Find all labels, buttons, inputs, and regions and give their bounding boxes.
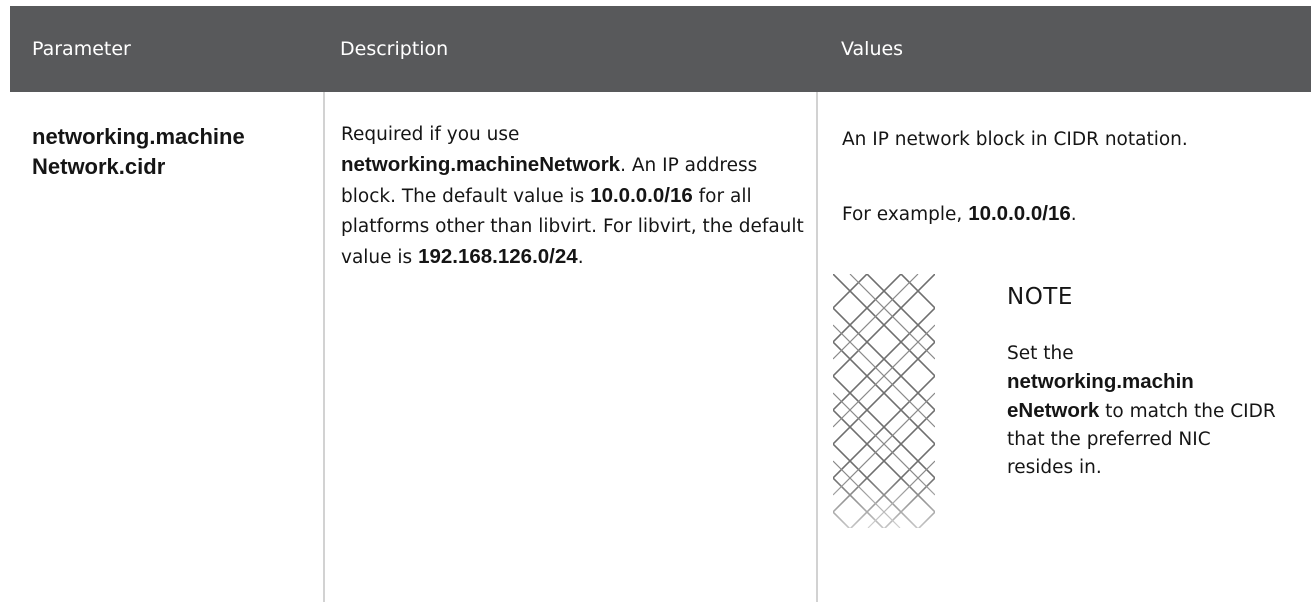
header-description: Description bbox=[340, 38, 449, 60]
note-pattern-icon bbox=[833, 274, 935, 528]
parameter-name: networking.machine Network.cidr bbox=[32, 122, 312, 182]
parameter-cell: networking.machine Network.cidr bbox=[32, 92, 312, 602]
values-cell: An IP network block in CIDR notation. Fo… bbox=[818, 92, 1311, 602]
description-fragment: Required if you use bbox=[341, 124, 520, 145]
code-term: 10.0.0.0/16 bbox=[968, 202, 1071, 225]
parameter-table: Parameter Description Values networking.… bbox=[10, 6, 1311, 602]
description-fragment: . bbox=[577, 247, 584, 268]
table-header: Parameter Description Values bbox=[10, 6, 1311, 92]
values-line: An IP network block in CIDR notation. bbox=[842, 129, 1188, 150]
column-divider bbox=[323, 92, 325, 602]
code-term: networking.machin bbox=[1007, 370, 1194, 393]
parameter-name-part: Network.cidr bbox=[32, 154, 166, 179]
note-fragment: Set the bbox=[1007, 343, 1074, 364]
description-text: Required if you use networking.machineNet… bbox=[341, 120, 809, 273]
description-cell: Required if you use networking.machineNet… bbox=[341, 92, 809, 602]
header-values: Values bbox=[841, 38, 904, 60]
header-parameter: Parameter bbox=[32, 38, 131, 60]
code-term: 192.168.126.0/24 bbox=[418, 245, 578, 268]
note-body: Set the networking.machin eNetwork to mat… bbox=[1007, 340, 1282, 482]
code-term: eNetwork bbox=[1007, 399, 1100, 422]
parameter-name-part: networking.machine bbox=[32, 124, 245, 149]
values-fragment: . bbox=[1070, 204, 1077, 225]
note-title: NOTE bbox=[1007, 284, 1073, 310]
values-fragment: For example, bbox=[842, 204, 969, 225]
code-term: networking.machineNetwork bbox=[341, 153, 621, 176]
code-term: 10.0.0.0/16 bbox=[590, 184, 693, 207]
values-example: For example, 10.0.0.0/16. bbox=[842, 200, 1302, 229]
